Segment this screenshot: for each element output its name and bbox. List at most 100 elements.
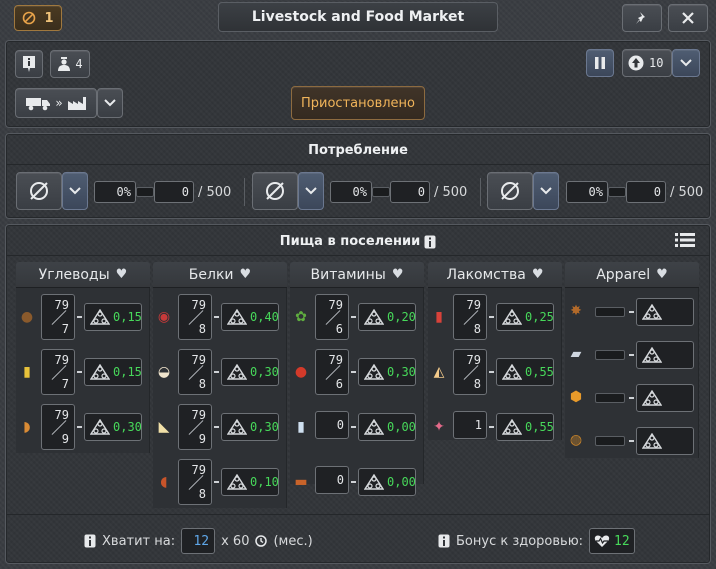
- recipe-slot[interactable]: 0,40: [221, 303, 279, 331]
- recipe-slot[interactable]: 0,20: [358, 303, 416, 331]
- recipe-slot[interactable]: 0,25: [496, 303, 554, 331]
- heart-pulse-icon: ♥: [391, 267, 404, 282]
- recipe-slot[interactable]: [636, 298, 694, 326]
- paused-status-button[interactable]: Приостановлено: [291, 86, 425, 120]
- recipe-slot[interactable]: 0,10: [221, 468, 279, 496]
- close-button[interactable]: [668, 4, 708, 32]
- column-title-treats: Лакомства: [446, 266, 526, 283]
- recipe-slot[interactable]: 0,55: [496, 358, 554, 386]
- column-header-vitamins: Витамины ♥: [290, 262, 424, 288]
- stock-stack: 79 7: [41, 349, 75, 395]
- consumption-rate: 0,15: [113, 310, 142, 324]
- separator-dash: [351, 371, 356, 373]
- recipe-slot[interactable]: [636, 427, 694, 455]
- close-icon: [682, 12, 694, 24]
- stock-top: 79: [54, 353, 69, 367]
- enough-for-value: 12: [181, 528, 216, 554]
- recipe-slot[interactable]: 0,15: [84, 303, 142, 331]
- recipe-slot[interactable]: 0,00: [358, 468, 416, 496]
- enough-for-row: Хватит на: 12 x 60 (мес.): [84, 527, 313, 555]
- recipe-icon: [226, 473, 248, 490]
- consumption-slot-2-input[interactable]: 0: [390, 181, 430, 203]
- list-view-button[interactable]: [670, 229, 700, 251]
- stock-stack: 79 9: [178, 404, 212, 450]
- recipe-icon: [226, 363, 248, 380]
- stock-value: 1: [453, 411, 487, 439]
- candy-icon: ✦: [433, 419, 445, 435]
- health-bonus-box: 12: [589, 528, 636, 554]
- paused-status-label: Приостановлено: [301, 95, 415, 111]
- logistics-dropdown[interactable]: [97, 88, 123, 118]
- consumption-slot-2-select[interactable]: [252, 172, 298, 210]
- stock-bottom: 8: [198, 487, 206, 501]
- consumption-slot-3-dropdown[interactable]: [533, 172, 559, 210]
- coffee-beans-icon: ●: [20, 309, 34, 325]
- cheese-icon: ◣: [158, 419, 170, 435]
- separator-dash: [629, 440, 634, 442]
- separator-dash: [489, 371, 494, 373]
- consumption-rate: 0,55: [525, 420, 554, 434]
- stock-bottom: 9: [61, 432, 69, 446]
- consumption-slot-2-max: / 500: [434, 185, 468, 200]
- recipe-slot[interactable]: 0,00: [358, 413, 416, 441]
- workers-count: 4: [75, 57, 83, 71]
- logistics-button[interactable]: »: [15, 88, 97, 118]
- pause-button[interactable]: [586, 49, 614, 77]
- recipe-icon: [363, 308, 385, 325]
- consumption-slot-3-select[interactable]: [487, 172, 533, 210]
- window-title-text: Livestock and Food Market: [251, 9, 465, 25]
- stock-stack: 79 6: [315, 349, 349, 395]
- recipe-icon: [363, 473, 385, 490]
- speed-dropdown[interactable]: [672, 49, 700, 77]
- food-title-row: Пища в поселении: [6, 234, 710, 249]
- consumption-rate: 0,10: [250, 475, 279, 489]
- speed-priority-button[interactable]: 10: [622, 49, 672, 77]
- recipe-slot[interactable]: 0,15: [84, 358, 142, 386]
- recipe-slot[interactable]: 0,30: [221, 413, 279, 441]
- column-title-vitamins: Витамины: [310, 266, 386, 283]
- recipe-slot[interactable]: [636, 341, 694, 369]
- stock-value: 0: [315, 411, 349, 439]
- workers-button[interactable]: 4: [50, 50, 90, 78]
- disabled-count-badge[interactable]: 1: [14, 5, 62, 31]
- info-icon: [424, 235, 436, 248]
- stock-bar: [595, 393, 625, 403]
- stock-stack: 79 9: [41, 404, 75, 450]
- consumption-slot-1-input[interactable]: 0: [154, 181, 194, 203]
- drinks-icon: ▮: [297, 419, 305, 435]
- consumption-slot-2-dropdown[interactable]: [298, 172, 324, 210]
- meat-icon: ◉: [157, 309, 171, 325]
- enough-for-multiplier: x 60: [221, 533, 250, 549]
- empty-set-icon: [266, 182, 284, 200]
- control-panel: 4 » Приостановлено 10: [5, 40, 711, 128]
- separator-dash: [629, 311, 634, 313]
- pin-button[interactable]: [622, 4, 662, 32]
- heart-pulse-icon: ♥: [115, 267, 128, 282]
- recipe-icon: [89, 363, 111, 380]
- recipe-icon: [641, 432, 663, 449]
- consumption-slot-1-dropdown[interactable]: [62, 172, 88, 210]
- column-header-carbs: Углеводы ♥: [16, 262, 150, 288]
- list-icon: [675, 233, 695, 247]
- consumption-rate: 0,55: [525, 365, 554, 379]
- recipe-slot[interactable]: 0,30: [221, 358, 279, 386]
- recipe-slot[interactable]: [636, 384, 694, 412]
- fur-icon: ✸: [570, 303, 582, 319]
- recipe-slot[interactable]: 0,30: [358, 358, 416, 386]
- consumption-slot-1-max: / 500: [198, 185, 232, 200]
- consumption-slot-3-input[interactable]: 0: [626, 181, 666, 203]
- recipe-icon: [363, 363, 385, 380]
- separator-dash: [489, 426, 494, 428]
- chevron-down-icon: [305, 187, 317, 195]
- stock-stack: 79 8: [178, 294, 212, 340]
- info-button[interactable]: [15, 50, 43, 78]
- stock-top: 79: [54, 408, 69, 422]
- consumption-slot-1-select[interactable]: [16, 172, 62, 210]
- recipe-slot[interactable]: 0,30: [84, 413, 142, 441]
- sausage-icon: ◖: [160, 474, 168, 490]
- consumption-slot-3-bar: [608, 187, 626, 197]
- chevron-down-icon: [69, 187, 81, 195]
- separator-dash: [629, 354, 634, 356]
- pin-icon: [636, 12, 645, 24]
- recipe-slot[interactable]: 0,55: [496, 413, 554, 441]
